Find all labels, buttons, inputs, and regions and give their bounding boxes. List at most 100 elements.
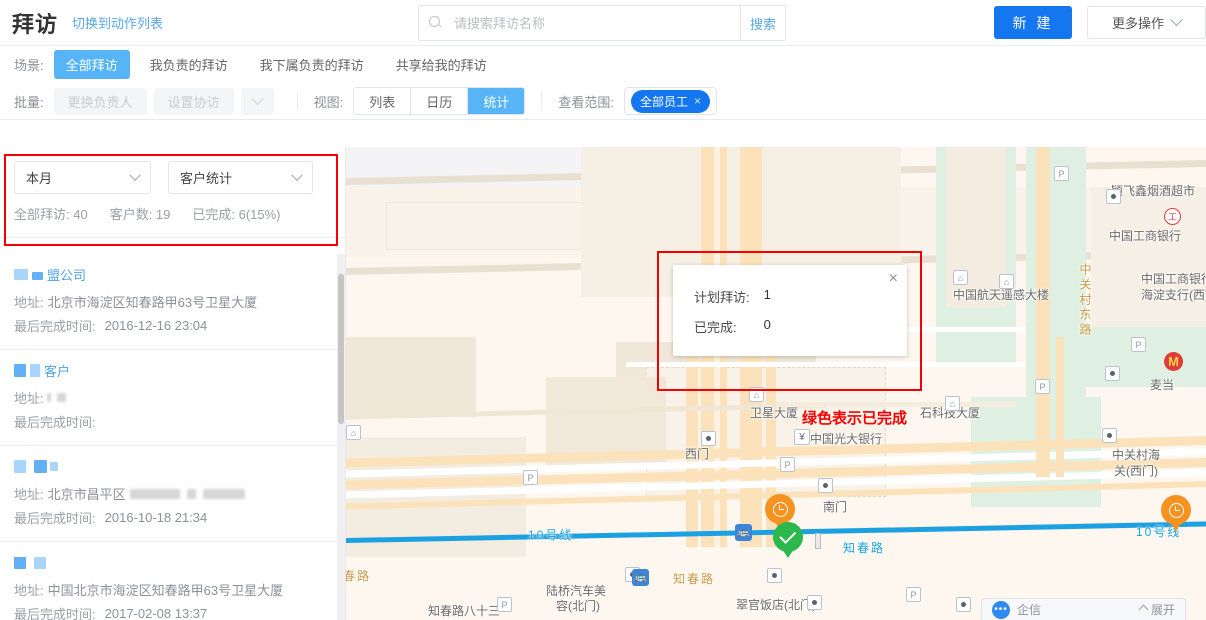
map-poi-label: 海淀支行(西) [1141, 288, 1206, 302]
address-label: 地址: [14, 295, 44, 310]
scope-tag-label: 全部员工 [639, 94, 688, 109]
popup-planned-value: 1 [763, 287, 771, 302]
popup-done-label: 已完成: [694, 320, 737, 335]
more-actions-label: 更多操作 [1111, 16, 1164, 31]
map-marker-incomplete[interactable] [1161, 495, 1191, 535]
list-item[interactable]: 客户 地址: 最后完成时间: [0, 350, 345, 446]
popup-planned-label: 计划拜访: [694, 290, 750, 305]
scene-item-all[interactable]: 全部拜访 [53, 50, 130, 79]
map-poi-label: 中国工商银行 [1141, 272, 1206, 286]
map-poi-label: 颖飞鑫烟酒超市 [1111, 184, 1196, 198]
map-road-label: 知春路 [673, 572, 716, 586]
building-icon: ⌂ [346, 425, 361, 440]
stats-panel: 本月 客户统计 全部拜访: 40 客户数: 19 已完成: 6(15%) [0, 147, 345, 238]
address-label: 地址: [14, 391, 44, 406]
map-poi-label: 中关村海 [1112, 448, 1161, 462]
sidebar-scrollbar-track[interactable] [337, 254, 345, 620]
search-input[interactable] [452, 14, 730, 32]
set-covisit-button[interactable]: 设置协访 [153, 87, 234, 115]
map-poi-label: 知春路八十三 [428, 604, 501, 618]
map-dot-icon [1105, 366, 1120, 381]
redacted-block [186, 488, 196, 499]
last-done-label: 最后完成时间: [14, 415, 96, 430]
tab-list-view[interactable]: 列表 [354, 88, 412, 114]
divider [541, 92, 543, 110]
map-dot-icon [818, 478, 833, 493]
list-item-last-done: 最后完成时间: 2016-10-18 21:34 [14, 508, 331, 527]
stats-filters: 本月 客户统计 [0, 147, 345, 204]
chevron-down-icon [291, 169, 303, 181]
stats-summary: 全部拜访: 40 客户数: 19 已完成: 6(15%) [0, 204, 345, 237]
tab-statistics-view[interactable]: 统计 [468, 88, 525, 114]
batch-more-dropdown[interactable] [240, 87, 274, 115]
last-done-label: 最后完成时间: [14, 319, 96, 334]
change-owner-button[interactable]: 更换负责人 [53, 87, 147, 115]
scene-item-mine[interactable]: 我负责的拜访 [138, 50, 240, 79]
search-button[interactable]: 搜索 [740, 5, 786, 41]
map-dot-icon [1102, 428, 1117, 443]
new-button[interactable]: 新 建 [994, 6, 1072, 39]
address-label: 地址: [14, 487, 44, 502]
period-select[interactable]: 本月 [14, 161, 151, 194]
icbc-bank-icon: 工 [1164, 208, 1181, 225]
sidebar-scrollbar-thumb[interactable] [338, 274, 344, 424]
map-poi-label: 容(北门) [556, 599, 600, 613]
popup-done-row: 已完成: 0 [673, 306, 907, 336]
chat-expand-button[interactable]: 展开 [1138, 601, 1175, 618]
mcdonalds-icon: M [1164, 352, 1183, 371]
building-icon: ⌂ [953, 270, 968, 285]
scope-tag-all-employees[interactable]: 全部员工 × [630, 89, 710, 113]
map-marker-completed[interactable] [773, 522, 803, 562]
parking-icon: P [497, 597, 512, 612]
customer-list[interactable]: 盟公司 地址: 北京市海淀区知春路甲63号卫星大厦 最后完成时间: 2016-1… [0, 254, 345, 620]
parking-icon: P [1054, 166, 1069, 181]
popup-planned-row: 计划拜访: 1 [673, 265, 907, 306]
stat-total-visits: 全部拜访: 40 [14, 207, 88, 222]
search-icon [429, 16, 443, 30]
redacted-block [34, 556, 46, 569]
chat-expand-label: 展开 [1150, 603, 1175, 617]
scene-item-shared[interactable]: 共享给我的拜访 [384, 50, 499, 79]
list-item-name: 客户 [44, 364, 71, 379]
chat-widget[interactable]: ••• 企信 展开 [981, 598, 1186, 620]
content-area: 本月 客户统计 全部拜访: 40 客户数: 19 已完成: 6(15%) 盟公司… [0, 147, 1206, 620]
visit-summary-popup[interactable]: × 计划拜访: 1 已完成: 0 [673, 265, 907, 356]
scene-label: 场景: [14, 58, 44, 73]
divider [296, 92, 298, 110]
close-icon[interactable]: × [889, 270, 898, 288]
popup-done-value: 0 [763, 317, 771, 332]
close-icon[interactable]: × [694, 94, 701, 108]
scene-item-subordinates[interactable]: 我下属负责的拜访 [248, 50, 376, 79]
list-item[interactable]: 盟公司 地址: 北京市海淀区知春路甲63号卫星大厦 最后完成时间: 2016-1… [0, 254, 345, 350]
redacted-block [30, 364, 40, 377]
map-road-label: 中关村东路 [1078, 263, 1092, 338]
list-item-name: 盟公司 [47, 268, 87, 283]
stat-type-select[interactable]: 客户统计 [168, 161, 313, 194]
more-actions-button[interactable]: 更多操作 [1087, 6, 1206, 39]
list-item[interactable]: 地址: 中国北京市海淀区知春路甲63号卫星大厦 最后完成时间: 2017-02-… [0, 542, 345, 620]
building-icon: ⌂ [945, 396, 960, 411]
batch-bar: 批量: 更换负责人 设置协访 视图: 列表 日历 统计 查看范围: 全部员工 × [0, 83, 1206, 120]
map-metro-label: 10号线 [528, 528, 574, 542]
map-poi-label: 中国工商银行 [1109, 229, 1182, 243]
list-item-last-done: 最后完成时间: 2016-12-16 23:04 [14, 316, 331, 335]
list-item-last-done: 最后完成时间: [14, 412, 331, 431]
scope-selector[interactable]: 全部员工 × [623, 87, 717, 115]
batch-label: 批量: [14, 94, 44, 110]
search-box[interactable] [418, 5, 740, 41]
address-label: 地址: [14, 583, 44, 598]
chevron-down-icon [1170, 13, 1183, 27]
list-item-title: 盟公司 [14, 267, 331, 283]
stat-customer-count: 客户数: 19 [109, 207, 171, 222]
list-item[interactable]: 地址: 北京市昌平区 最后完成时间: 2016-10-18 21:34 [0, 446, 345, 542]
list-item-address: 地址: 中国北京市海淀区知春路甲63号卫星大厦 [14, 580, 331, 599]
list-item-address: 地址: [14, 388, 331, 407]
tab-calendar-view[interactable]: 日历 [411, 88, 469, 114]
redacted-block [14, 556, 26, 569]
redacted-block [32, 272, 43, 280]
list-item-title [14, 459, 331, 474]
chat-name: 企信 [1017, 603, 1042, 617]
chevron-down-icon [250, 91, 264, 105]
switch-to-action-list-link[interactable]: 切换到动作列表 [72, 13, 163, 32]
list-item-last-done: 最后完成时间: 2017-02-08 13:37 [14, 604, 331, 620]
